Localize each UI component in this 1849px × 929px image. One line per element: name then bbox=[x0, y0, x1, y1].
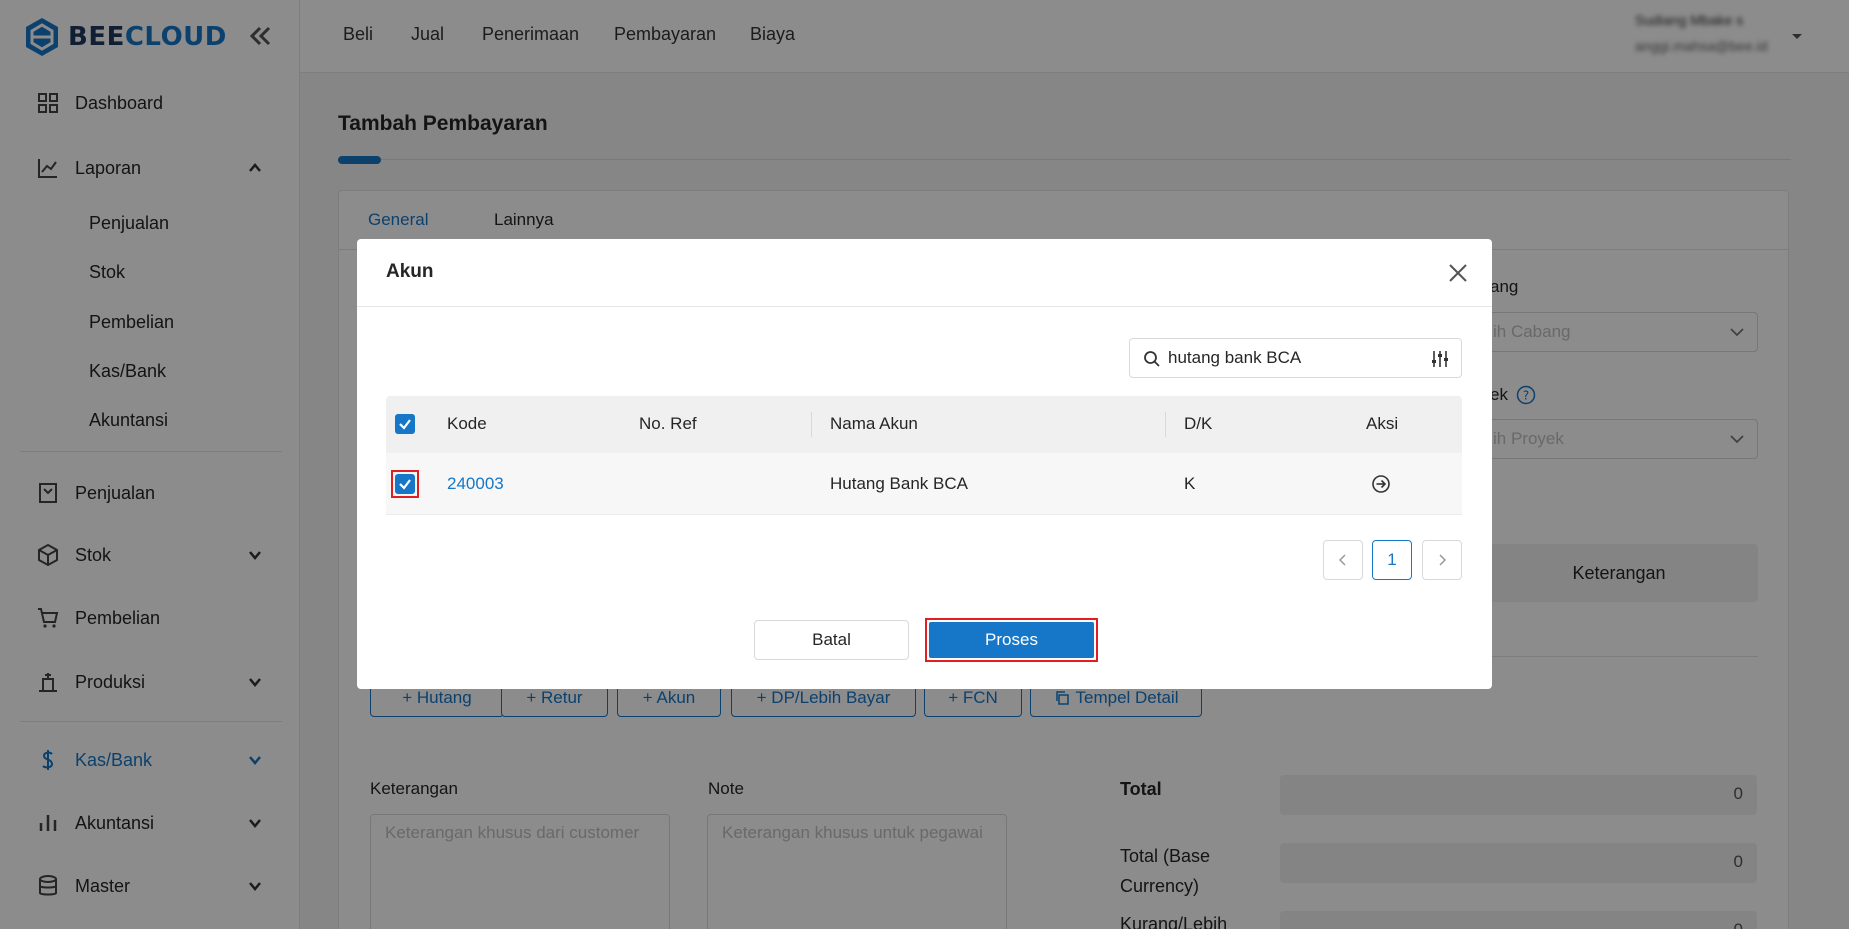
row-checkbox[interactable] bbox=[395, 474, 415, 494]
column-separator bbox=[811, 412, 812, 437]
check-icon bbox=[399, 479, 411, 490]
prev-page-button[interactable] bbox=[1323, 540, 1363, 580]
akun-modal: Akun Kode No. Ref Nama Akun D/K Aksi 240… bbox=[357, 239, 1492, 689]
column-separator bbox=[1165, 412, 1166, 437]
search-icon bbox=[1144, 351, 1160, 367]
col-no-ref: No. Ref bbox=[639, 414, 697, 433]
arrow-circle-right-icon[interactable] bbox=[1371, 474, 1391, 494]
next-page-button[interactable] bbox=[1422, 540, 1462, 580]
akun-search bbox=[1129, 338, 1462, 378]
search-input[interactable] bbox=[1168, 347, 1418, 369]
nama-akun-cell: Hutang Bank BCA bbox=[830, 474, 968, 493]
proses-button[interactable]: Proses bbox=[929, 622, 1094, 658]
close-icon[interactable] bbox=[1447, 262, 1469, 284]
table-row[interactable]: 240003 Hutang Bank BCA K bbox=[386, 453, 1462, 515]
batal-button[interactable]: Batal bbox=[754, 620, 909, 660]
page-number[interactable]: 1 bbox=[1372, 540, 1412, 580]
chevron-left-icon bbox=[1338, 554, 1346, 566]
col-nama-akun: Nama Akun bbox=[830, 414, 918, 433]
col-kode: Kode bbox=[447, 414, 487, 433]
table-header: Kode No. Ref Nama Akun D/K Aksi bbox=[386, 396, 1462, 453]
select-all-checkbox[interactable] bbox=[395, 414, 415, 434]
modal-header: Akun bbox=[357, 239, 1492, 307]
dk-cell: K bbox=[1184, 474, 1196, 493]
chevron-right-icon bbox=[1439, 554, 1447, 566]
kode-link[interactable]: 240003 bbox=[447, 474, 504, 494]
col-dk: D/K bbox=[1184, 414, 1213, 433]
filter-sliders-icon[interactable] bbox=[1430, 349, 1450, 369]
col-aksi: Aksi bbox=[1366, 414, 1399, 433]
modal-title: Akun bbox=[386, 261, 434, 282]
check-icon bbox=[399, 419, 411, 430]
